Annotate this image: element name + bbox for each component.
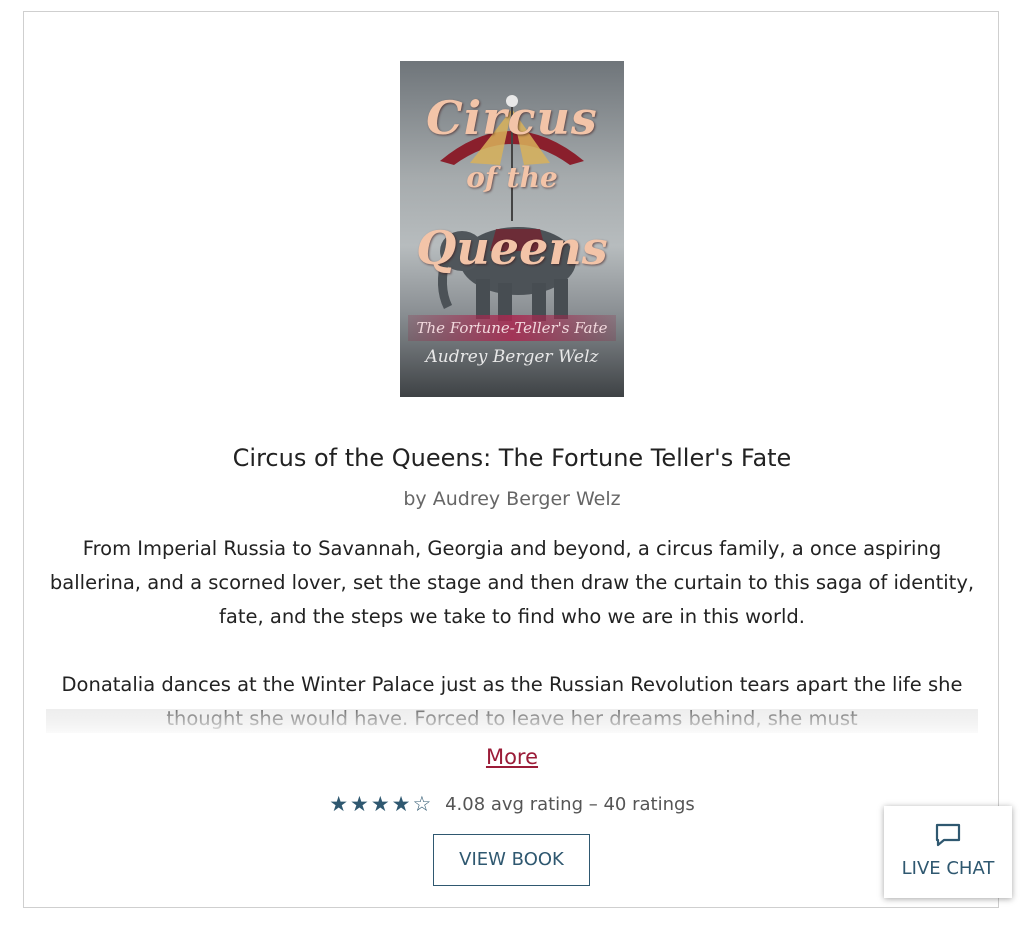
live-chat-label: LIVE CHAT bbox=[901, 858, 995, 879]
rating-text: 4.08 avg rating – 40 ratings bbox=[445, 794, 695, 815]
cover-title-line-3: Queens bbox=[416, 221, 608, 275]
cover-title-line-2: of the bbox=[466, 161, 558, 194]
star-rating-icon: ★★★★☆ bbox=[329, 792, 434, 816]
cover-subtitle: The Fortune-Teller's Fate bbox=[408, 315, 616, 341]
description-paragraph-1: From Imperial Russia to Savannah, Georgi… bbox=[49, 537, 975, 628]
book-title: Circus of the Queens: The Fortune Teller… bbox=[232, 444, 792, 472]
more-link[interactable]: More bbox=[486, 745, 538, 769]
more-link-container: More bbox=[24, 745, 1000, 769]
cover-author: Audrey Berger Welz bbox=[425, 347, 599, 367]
book-author: by Audrey Berger Welz bbox=[403, 488, 621, 510]
live-chat-button[interactable]: LIVE CHAT bbox=[884, 806, 1012, 898]
chat-bubble-icon bbox=[935, 823, 961, 847]
cover-title-line-1: Circus bbox=[426, 91, 598, 145]
rating-row: ★★★★☆ 4.08 avg rating – 40 ratings bbox=[24, 792, 1000, 816]
view-book-button[interactable]: VIEW BOOK bbox=[433, 834, 590, 886]
book-card: Circus of the Queens The Fortune-Teller'… bbox=[23, 11, 999, 908]
book-description: From Imperial Russia to Savannah, Georgi… bbox=[46, 532, 978, 732]
book-cover-image[interactable]: Circus of the Queens The Fortune-Teller'… bbox=[400, 61, 624, 397]
description-fade-gradient bbox=[46, 704, 978, 734]
